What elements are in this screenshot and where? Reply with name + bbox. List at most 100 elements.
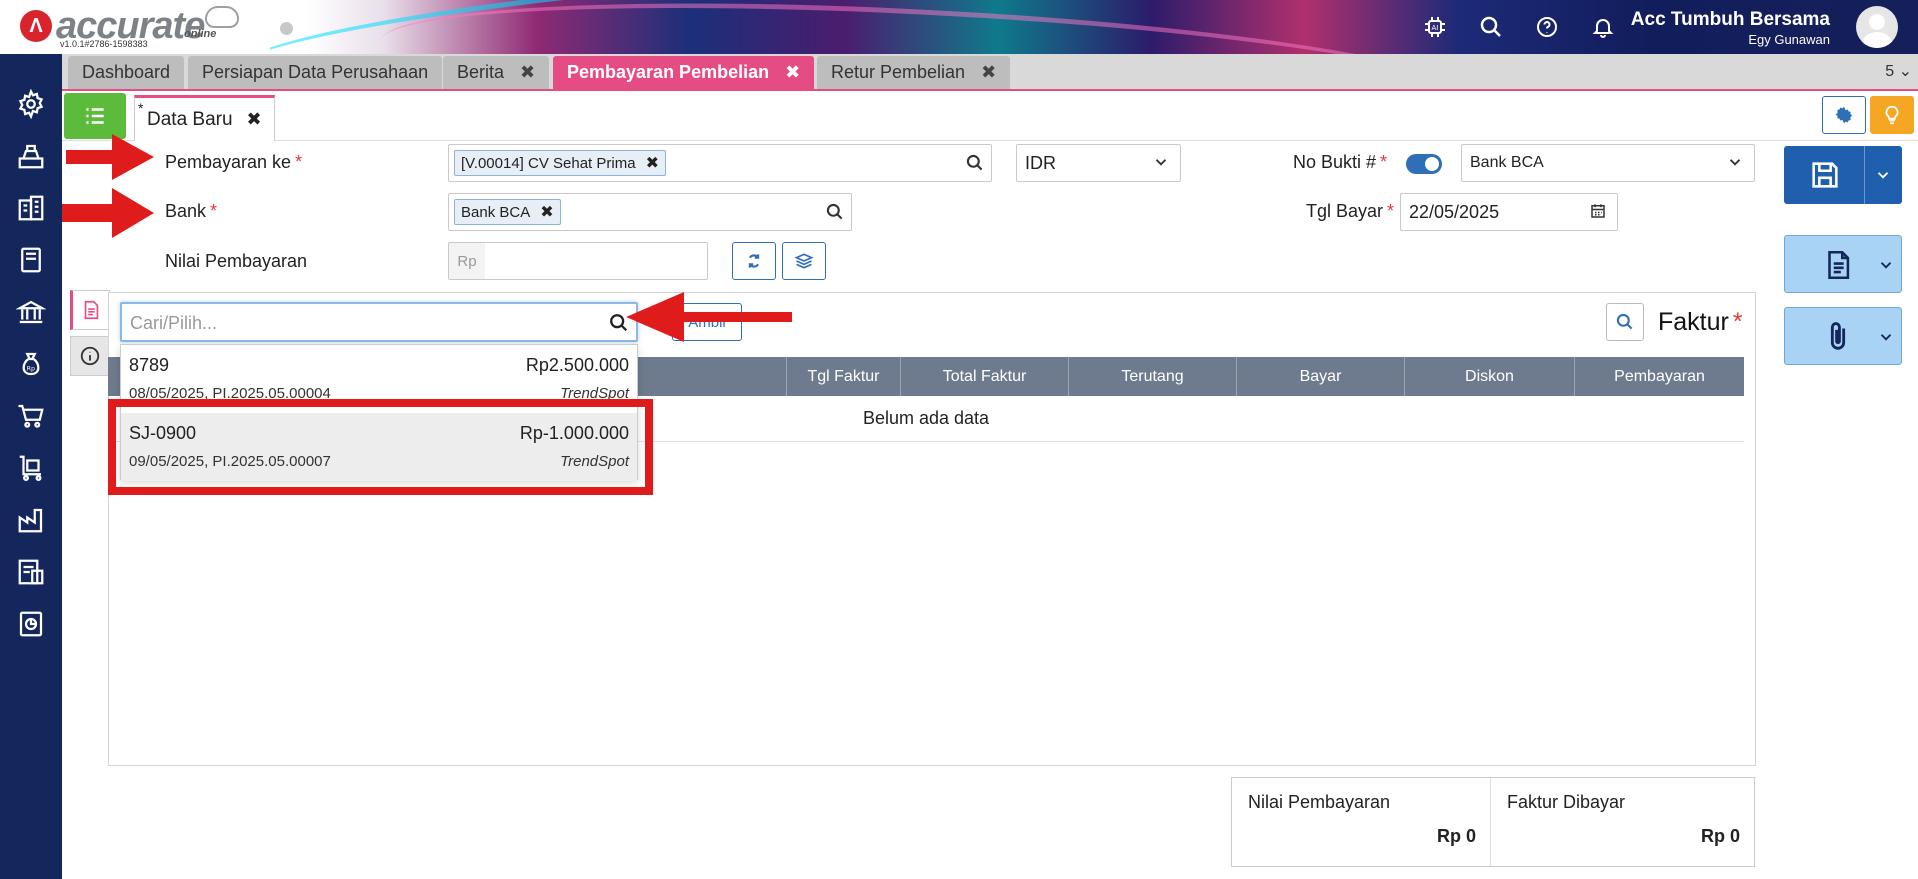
factory-icon[interactable] — [15, 504, 47, 536]
cash-register-icon[interactable] — [15, 140, 47, 172]
currency-select[interactable]: IDR — [1016, 144, 1181, 182]
building-icon[interactable] — [15, 192, 47, 224]
detail-invoice-tab[interactable] — [70, 290, 110, 330]
annotation-arrow-right — [62, 188, 154, 238]
document-icon — [1828, 250, 1850, 280]
no-bukti-auto-toggle[interactable] — [1406, 154, 1442, 174]
status-dot — [280, 22, 293, 35]
close-icon[interactable]: ✖ — [785, 62, 800, 83]
attachment-button[interactable] — [1784, 307, 1902, 365]
chevron-down-icon — [1880, 262, 1892, 269]
tips-button[interactable] — [1870, 96, 1914, 134]
vendor-chip: [V.00014] CV Sehat Prima ✖ — [454, 150, 666, 176]
tab-dashboard[interactable]: Dashboard — [68, 56, 185, 89]
chevron-down-icon — [1880, 334, 1892, 341]
column-header[interactable]: Diskon — [1404, 357, 1574, 396]
list-icon — [86, 108, 104, 124]
close-icon[interactable]: ✖ — [247, 109, 262, 130]
save-button[interactable] — [1784, 146, 1902, 204]
no-bukti-label: No Bukti # * — [1293, 152, 1388, 172]
settings-gear-icon[interactable] — [15, 88, 47, 120]
column-header[interactable]: Bayar — [1236, 357, 1404, 396]
user-info[interactable]: Acc Tumbuh Bersama Egy Gunawan — [1631, 9, 1830, 47]
chevron-down-icon — [1877, 172, 1889, 179]
bank-icon[interactable] — [15, 296, 47, 328]
close-icon[interactable]: ✖ — [981, 62, 996, 83]
column-header[interactable]: Tgl Faktur — [786, 357, 900, 396]
annotation-highlight-box — [108, 399, 653, 495]
annotation-arrow-right — [66, 134, 154, 180]
faktur-title: Faktur * — [1658, 308, 1743, 336]
svg-text:AI: AI — [1432, 24, 1439, 32]
header-icons: AI — [1420, 12, 1618, 42]
calendar-icon[interactable] — [1589, 202, 1607, 220]
invoice-search-input[interactable]: Cari/Pilih... — [120, 302, 638, 342]
search-icon[interactable] — [965, 153, 985, 173]
cloud-icon — [205, 6, 239, 28]
annotation-arrow-left — [626, 292, 792, 342]
close-icon[interactable]: ✖ — [520, 62, 535, 83]
bank-label: Bank * — [165, 201, 218, 221]
app-version: v1.0.1#2786-1598383 — [60, 39, 148, 49]
sidebar: Rp — [0, 54, 62, 879]
pembayaran-ke-label: Pembayaran ke * — [165, 152, 303, 172]
info-icon — [80, 346, 100, 366]
help-icon[interactable] — [1532, 12, 1562, 42]
tab-strip: Dashboard Persiapan Data Perusahaan Beri… — [62, 54, 1918, 91]
vendor-field[interactable]: [V.00014] CV Sehat Prima ✖ — [448, 144, 992, 182]
tab-pembayaran-pembelian[interactable]: Pembayaran Pembelian ✖ — [553, 56, 815, 89]
search-icon[interactable] — [1476, 12, 1506, 42]
refresh-button[interactable] — [732, 242, 776, 280]
subtab-label: Data Baru — [147, 108, 233, 130]
search-icon — [1616, 313, 1633, 330]
top-header: Λ accurate online v1.0.1#2786-1598383 AI… — [0, 0, 1918, 54]
document-icon — [84, 300, 99, 320]
tab-berita[interactable]: Berita ✖ — [443, 56, 550, 89]
total-faktur-dibayar: Faktur Dibayar Rp 0 — [1490, 778, 1754, 866]
layers-icon — [794, 253, 814, 269]
chevron-down-icon — [1155, 159, 1167, 166]
shopping-cart-icon[interactable] — [15, 400, 47, 432]
column-header[interactable]: Pembayaran — [1574, 357, 1744, 396]
floppy-disk-icon — [1812, 162, 1838, 188]
svg-text:Rp: Rp — [27, 365, 35, 372]
search-icon[interactable] — [825, 202, 845, 222]
faktur-search-button[interactable] — [1606, 303, 1644, 341]
bell-icon[interactable] — [1588, 12, 1618, 42]
column-header[interactable]: Total Faktur — [900, 357, 1068, 396]
tab-retur-pembelian[interactable]: Retur Pembelian ✖ — [817, 56, 1011, 89]
money-bag-icon[interactable]: Rp — [15, 348, 47, 380]
document-button[interactable] — [1784, 235, 1902, 293]
avatar[interactable] — [1856, 6, 1898, 48]
settings-button[interactable] — [1822, 96, 1866, 134]
totals-box: Nilai Pembayaran Rp 0 Faktur Dibayar Rp … — [1231, 777, 1755, 867]
bank-field[interactable]: Bank BCA ✖ — [448, 193, 852, 231]
tgl-bayar-label: Tgl Bayar * — [1306, 201, 1395, 221]
total-nilai-pembayaran: Nilai Pembayaran Rp 0 — [1248, 792, 1476, 846]
refresh-icon — [748, 254, 760, 268]
ai-chip-icon[interactable]: AI — [1420, 12, 1450, 42]
column-header[interactable]: Terutang — [1068, 357, 1236, 396]
remove-chip-icon[interactable]: ✖ — [540, 202, 553, 222]
tab-count-dropdown[interactable]: 5 ⌄ — [1885, 61, 1912, 81]
info-tab[interactable] — [70, 336, 110, 376]
search-placeholder: Cari/Pilih... — [130, 313, 218, 333]
tab-persiapan-data-perusahaan[interactable]: Persiapan Data Perusahaan — [188, 56, 443, 89]
nilai-pembayaran-input[interactable]: Rp — [448, 242, 708, 280]
report-chart-icon[interactable] — [15, 608, 47, 640]
logo-online-text: online — [184, 28, 217, 40]
user-name: Egy Gunawan — [1748, 32, 1830, 47]
remove-chip-icon[interactable]: ✖ — [646, 153, 659, 173]
paperclip-icon — [1830, 322, 1846, 350]
lightbulb-icon — [1885, 105, 1899, 125]
sub-tab-row: * Data Baru ✖ — [62, 91, 1918, 141]
company-name: Acc Tumbuh Bersama — [1630, 9, 1830, 30]
tax-document-icon[interactable] — [15, 556, 47, 588]
gear-icon — [1835, 106, 1853, 124]
delivery-cart-icon[interactable] — [15, 452, 47, 484]
bank-chip: Bank BCA ✖ — [454, 199, 561, 225]
tgl-bayar-field[interactable]: 22/05/2025 — [1400, 193, 1618, 231]
book-icon[interactable] — [15, 244, 47, 276]
layers-button[interactable] — [782, 242, 826, 280]
no-bukti-select[interactable]: Bank BCA — [1461, 144, 1755, 182]
